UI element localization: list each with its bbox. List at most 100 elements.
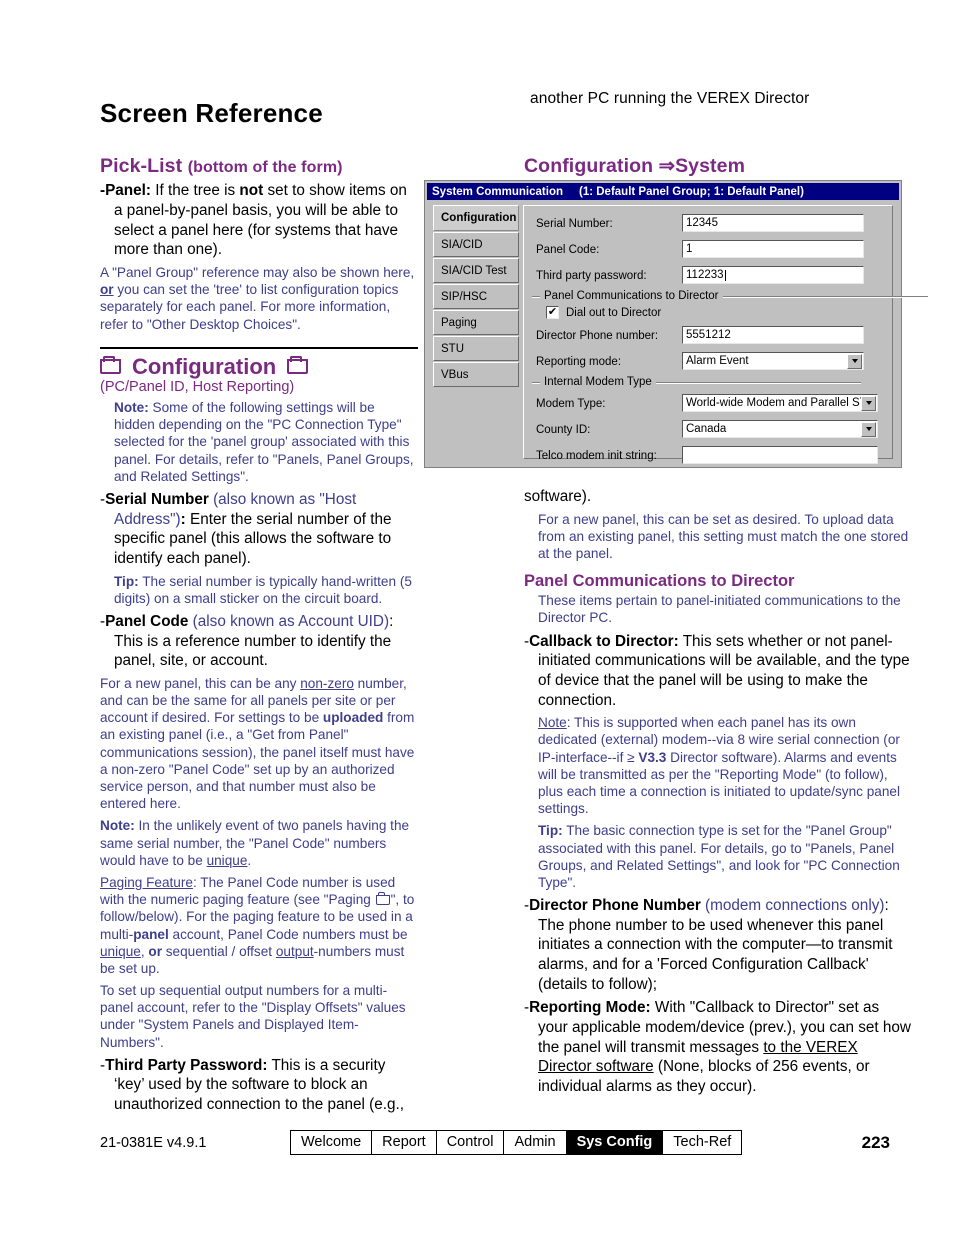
tab-stu[interactable]: STU	[433, 336, 519, 361]
director-phone-field-label: Director Phone number:	[536, 330, 659, 342]
page-footer: 21-0381E v4.9.1 Welcome Report Control A…	[100, 1130, 890, 1155]
text-caret	[724, 269, 726, 281]
callback-tip-text: The basic connection type is set for the…	[538, 823, 900, 890]
paging-output: output	[275, 943, 314, 959]
dialog-title-context: (1: Default Panel Group; 1: Default Pane…	[579, 185, 804, 198]
software-continued: software).	[524, 488, 592, 505]
panel-item-label: -Panel:	[100, 182, 151, 200]
phone-alias: (modem connections only)	[700, 897, 885, 915]
group2-label: Internal Modem Type	[544, 376, 652, 388]
folder-icon-right	[287, 356, 309, 375]
panel-group-note: A "Panel Group" reference may also be sh…	[100, 264, 418, 333]
pc-p1-c: from an existing panel (i.e., a "Get fro…	[100, 710, 415, 812]
callback-label: Callback to Director:	[529, 632, 679, 650]
tab-configuration-label: Configuration	[441, 212, 517, 224]
tab-sia-cid[interactable]: SIA/CID	[433, 232, 519, 257]
folder-icon-left	[100, 356, 121, 375]
panel-communications-intro: These items pertain to panel-initiated c…	[538, 593, 901, 626]
tab-sip-hsc[interactable]: SIP/HSC	[433, 284, 519, 309]
third-party-password-field-label: Third party password:	[536, 270, 647, 282]
tab-vbus[interactable]: VBus	[433, 362, 519, 387]
configuration-panel: Serial Number: 12345 Panel Code: 1 Third…	[523, 205, 928, 464]
nav-sys-config[interactable]: Sys Config	[566, 1131, 664, 1154]
paging-or: or	[148, 943, 162, 959]
chevron-down-icon-country[interactable]	[861, 421, 876, 437]
serial-number-label: Serial Number	[105, 490, 209, 508]
panel-code-item: -Panel Code (also known as Account UID):…	[100, 612, 394, 670]
tab-sia-cid-test[interactable]: SIA/CID Test	[433, 258, 519, 283]
config-note-text: Some of the following settings will be h…	[114, 399, 414, 484]
dial-out-checkbox[interactable]: ✔	[546, 306, 559, 319]
nav-admin[interactable]: Admin	[504, 1131, 567, 1154]
tab-paging-label: Paging	[441, 316, 477, 329]
serial-number-field-label: Serial Number:	[536, 218, 613, 230]
panel-item-bold: not	[239, 182, 264, 200]
group2-dash-left	[532, 381, 540, 383]
chevron-down-icon-modem[interactable]	[861, 395, 876, 411]
dial-out-label: Dial out to Director	[566, 307, 662, 319]
config-note-label: Note:	[114, 399, 149, 415]
display-offsets-note: To set up sequential output numbers for …	[100, 983, 406, 1050]
nav-control[interactable]: Control	[436, 1131, 505, 1154]
country-id-select[interactable]: Canada	[682, 420, 878, 438]
pc-note-unique: unique	[206, 852, 248, 868]
callback-note-version: V3.3	[638, 749, 667, 765]
callback-tip-label: Tip:	[538, 823, 563, 839]
director-phone-input[interactable]: 5551212	[682, 326, 864, 344]
nav-welcome[interactable]: Welcome	[291, 1131, 373, 1154]
serial-number-item: -Serial Number (also known as "Host Addr…	[100, 490, 392, 567]
third-party-password-item: -Third Party Password: This is a securit…	[100, 1056, 404, 1114]
serial-tip: Tip: The serial number is typically hand…	[100, 573, 418, 607]
paging-feature-label: Paging Feature	[100, 874, 193, 890]
config-note: Note: Some of the following settings wil…	[100, 399, 418, 485]
paging-unique: unique	[100, 943, 141, 959]
serial-number-input[interactable]: 12345	[682, 214, 864, 232]
footer-navigation: Welcome Report Control Admin Sys Config …	[290, 1130, 743, 1155]
paging-e: sequential / offset	[161, 943, 276, 959]
paging-feature-note: Paging Feature: The Panel Code number is…	[100, 874, 418, 977]
reporting-mode-item: -Reporting Mode: With "Callback to Direc…	[524, 999, 911, 1095]
paging-panel: panel	[133, 926, 169, 942]
tab-stu-label: STU	[441, 342, 464, 355]
third-party-password-input[interactable]: 112233	[682, 266, 864, 284]
panel-communications-heading: Panel Communications to Director	[524, 572, 795, 591]
panel-code-label: Panel Code	[105, 612, 189, 630]
reporting-mode-select[interactable]: Alarm Event	[682, 352, 864, 370]
nav-tech-ref[interactable]: Tech-Ref	[663, 1131, 742, 1154]
picklist-heading-sub: (bottom of the form)	[187, 159, 343, 176]
pc-p1-a: For a new panel, this can be any	[100, 675, 301, 691]
configuration-heading: Configuration	[100, 354, 418, 379]
tab-configuration[interactable]: Configuration	[433, 205, 519, 231]
system-communication-dialog: System Communication (1: Default Panel G…	[424, 180, 928, 468]
configuration-subtitle: (PC/Panel ID, Host Reporting)	[100, 378, 295, 395]
panel-code-paragraph: For a new panel, this can be any non-zer…	[100, 675, 418, 813]
serial-number-value: 12345	[686, 217, 718, 229]
dialog-tab-list: Configuration SIA/CID SIA/CID Test SIP/H…	[433, 205, 519, 388]
group1-label: Panel Communications to Director	[544, 290, 719, 302]
pc-nonzero: non-zero	[300, 675, 354, 691]
country-id-field-label: County ID:	[536, 424, 591, 436]
panel-note-a: A "Panel Group" reference may also be sh…	[100, 265, 415, 281]
paging-c: account, Panel Code numbers must be	[168, 926, 408, 942]
section-divider	[100, 346, 418, 349]
panel-communications-group-label: Panel Communications to Director	[532, 290, 928, 302]
telco-init-input[interactable]	[682, 446, 878, 464]
tab-vbus-label: VBus	[441, 368, 469, 381]
tab-sia-cid-test-label: SIA/CID Test	[441, 264, 507, 277]
pc-note-label: Note:	[100, 818, 135, 834]
callback-tip: Tip: The basic connection type is set fo…	[524, 822, 912, 891]
page-title: Screen Reference	[100, 98, 323, 128]
nav-report[interactable]: Report	[372, 1131, 437, 1154]
tab-paging[interactable]: Paging	[433, 310, 519, 335]
panel-code-note: Note: In the unlikely event of two panel…	[100, 817, 418, 869]
picklist-heading: Pick-List (bottom of the form)	[100, 155, 418, 177]
pc-note-b: .	[247, 852, 252, 868]
panel-code-input[interactable]: 1	[682, 240, 864, 258]
document-page: another PC running the VEREX Director Sc…	[0, 0, 954, 1235]
modem-type-select[interactable]: World-wide Modem and Parallel STU	[682, 394, 878, 412]
checkbox-check-icon: ✔	[547, 306, 558, 318]
left-column: Pick-List (bottom of the form) -Panel: I…	[100, 155, 418, 1119]
chevron-down-icon[interactable]	[847, 353, 862, 369]
reporting-mode-field-label: Reporting mode:	[536, 356, 622, 368]
panel-code-value: 1	[686, 243, 693, 255]
